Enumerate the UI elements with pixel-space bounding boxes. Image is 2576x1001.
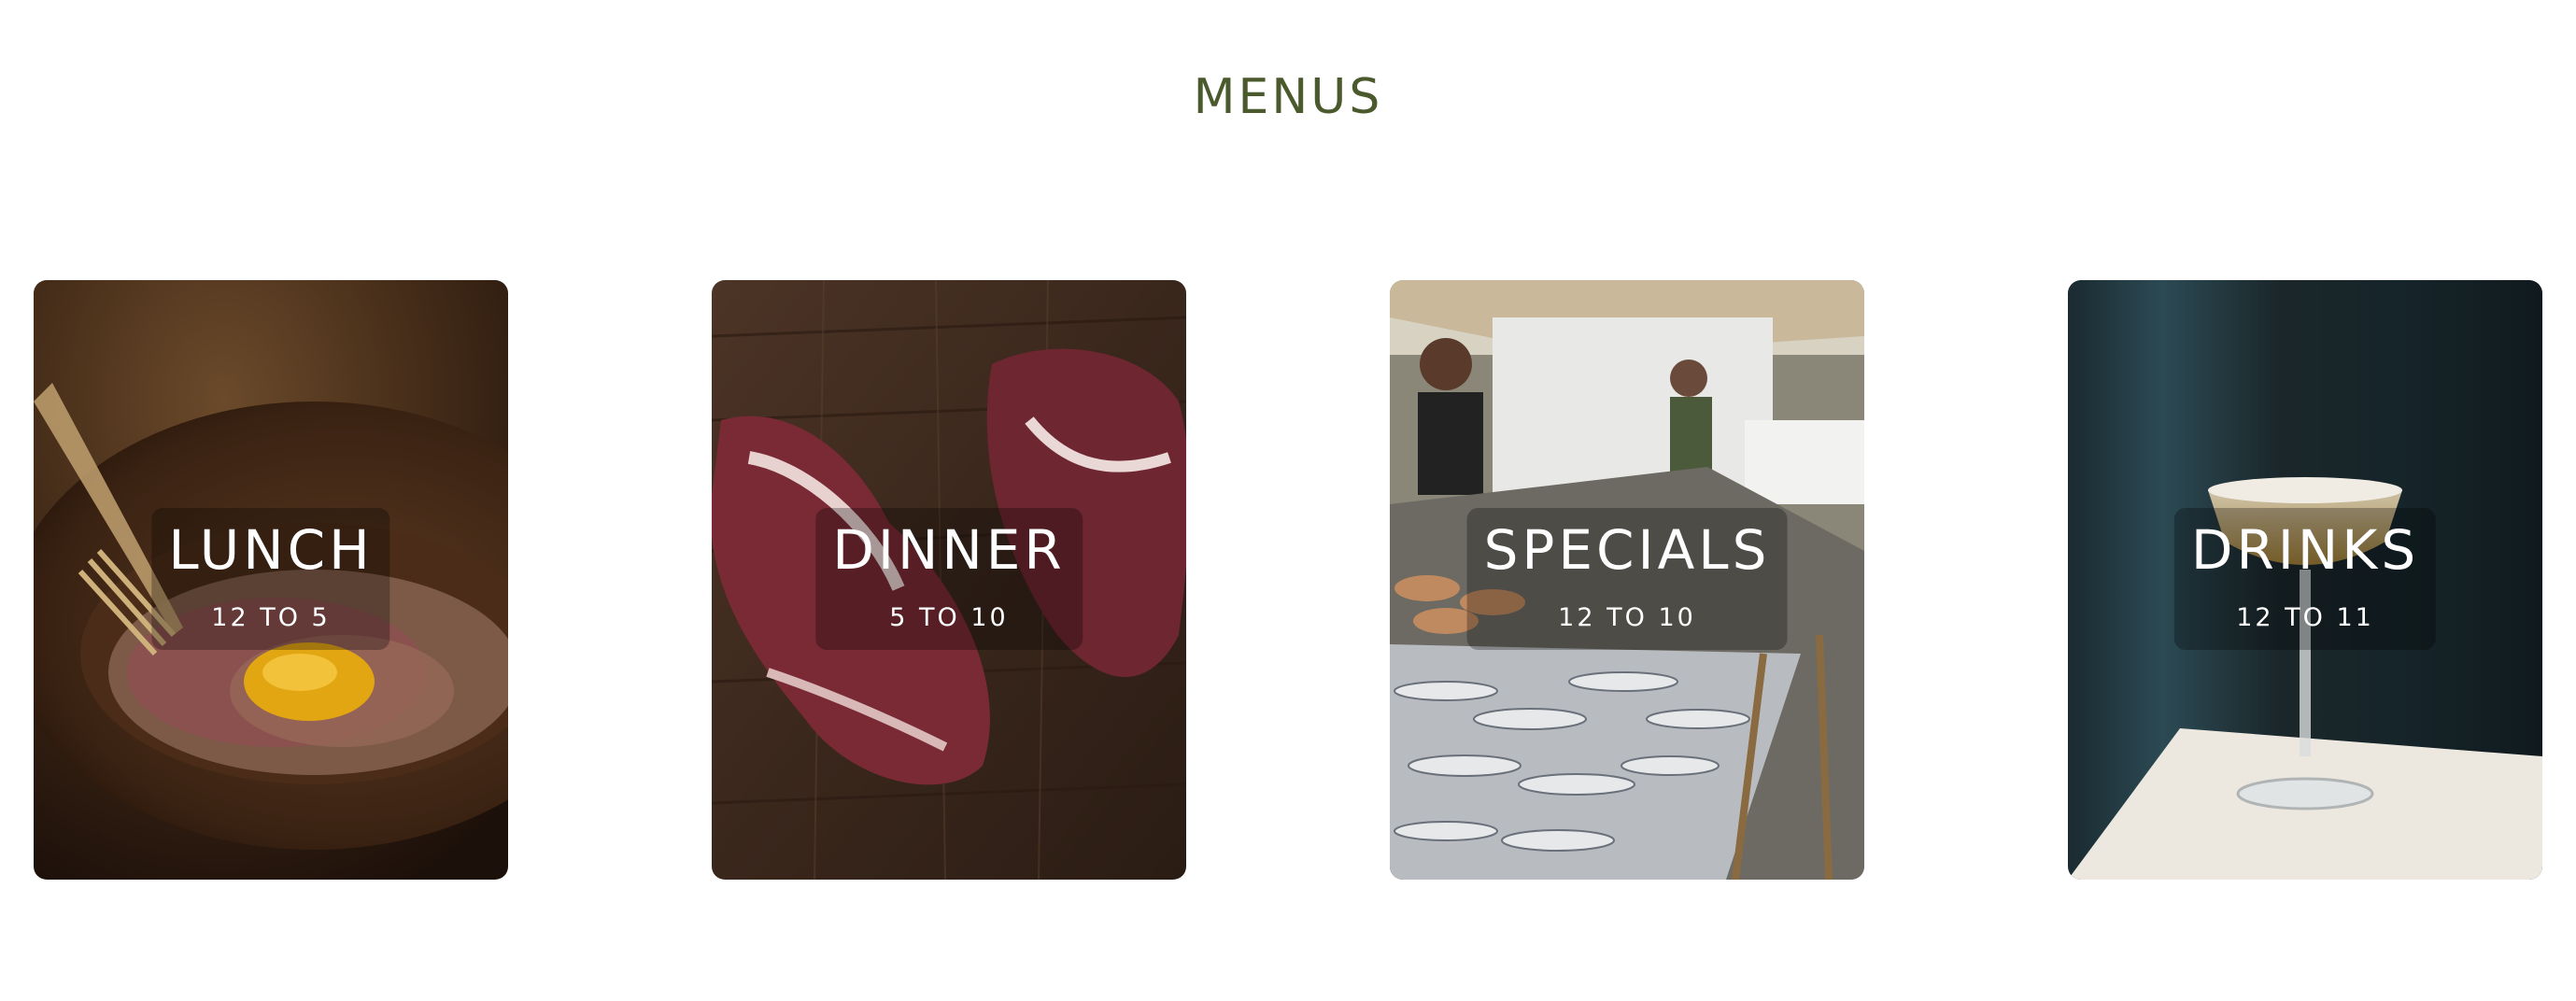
menu-title-lunch: LUNCH [168, 518, 374, 582]
lunch-label-panel: LUNCH 12 TO 5 [151, 508, 390, 650]
menu-title-dinner: DINNER [832, 518, 1066, 582]
specials-label-panel: SPECIALS 12 TO 10 [1466, 508, 1788, 650]
menu-title-specials: SPECIALS [1483, 518, 1771, 582]
menu-hours-dinner: 5 TO 10 [889, 603, 1009, 632]
page-title: MENUS [1193, 69, 1383, 125]
menu-hours-drinks: 12 TO 11 [2236, 603, 2374, 632]
menu-hours-lunch: 12 TO 5 [211, 603, 331, 632]
drinks-label-panel: DRINKS 12 TO 11 [2173, 508, 2437, 650]
menu-title-drinks: DRINKS [2190, 518, 2420, 582]
menu-card-specials[interactable]: SPECIALS 12 TO 10 [1390, 280, 1864, 880]
menu-card-drinks[interactable]: DRINKS 12 TO 11 [2068, 280, 2542, 880]
menu-card-dinner[interactable]: DINNER 5 TO 10 [712, 280, 1186, 880]
menu-card-lunch[interactable]: LUNCH 12 TO 5 [34, 280, 508, 880]
menu-hours-specials: 12 TO 10 [1558, 603, 1696, 632]
dinner-label-panel: DINNER 5 TO 10 [815, 508, 1083, 650]
